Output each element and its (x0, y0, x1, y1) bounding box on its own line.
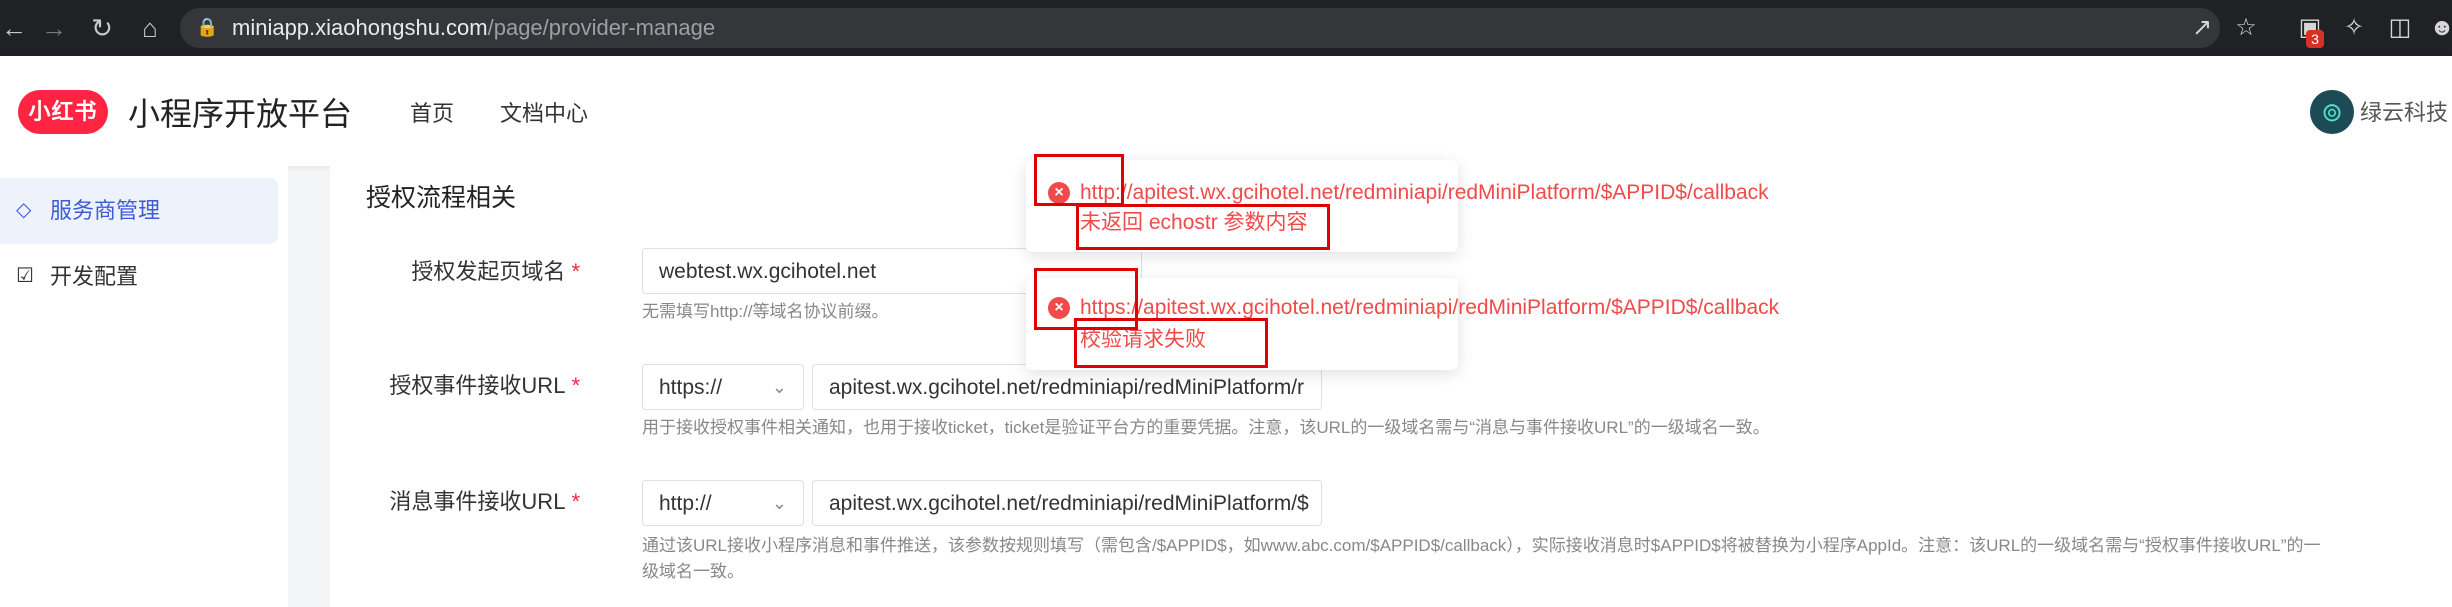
url-text: miniapp.xiaohongshu.com/page/provider-ma… (232, 15, 716, 40)
back-icon[interactable]: ← (0, 14, 28, 42)
select-value: https:// (659, 376, 723, 399)
highlight-box (1076, 204, 1330, 250)
reload-icon[interactable]: ↻ (88, 14, 116, 42)
msg-event-url-input[interactable]: apitest.wx.gcihotel.net/redminiapi/redMi… (812, 480, 1322, 526)
chevron-down-icon: ⌄ (771, 377, 787, 397)
field-label-auth-event-url: 授权事件接收URL * (389, 373, 580, 398)
help-auth-event-url: 用于接收授权事件相关通知，也用于接收ticket，ticket是验证平台方的重要… (642, 418, 1770, 437)
section-title: 授权流程相关 (366, 184, 517, 212)
extension-badge: 3 (2306, 30, 2324, 48)
field-label-auth-domain: 授权发起页域名 * (411, 259, 580, 284)
puzzle-icon[interactable]: ✧ (2338, 12, 2370, 44)
chevron-down-icon: ⌄ (771, 493, 787, 513)
share-icon[interactable]: ↗ (2186, 12, 2218, 44)
avatar[interactable]: ⊚ (2310, 90, 2354, 134)
input-value: apitest.wx.gcihotel.net/redminiapi/redMi… (829, 492, 1309, 515)
sidepanel-icon[interactable]: ◫ (2384, 12, 2416, 44)
app-header: 小红书 小程序开放平台 首页 文档中心 ⊚ 绿云科技 (0, 56, 2452, 166)
sidebar-item-label: 服务商管理 (50, 198, 161, 223)
forward-icon[interactable]: → (40, 14, 68, 42)
sidebar-item-dev-config[interactable]: ☑ 开发配置 (0, 244, 278, 310)
star-icon[interactable]: ☆ (2230, 12, 2262, 44)
toast-url: http://apitest.wx.gcihotel.net/redminiap… (1080, 181, 1769, 204)
app-title: 小程序开放平台 (128, 96, 353, 132)
sidebar-item-provider-manage[interactable]: ◇ 服务商管理 (0, 178, 278, 244)
profile-icon[interactable]: ☻ (2426, 12, 2452, 44)
msg-protocol-select[interactable]: http:// ⌄ (642, 480, 804, 526)
address-bar[interactable]: 🔒 miniapp.xiaohongshu.com/page/provider-… (180, 8, 2220, 48)
auth-event-url-input[interactable]: apitest.wx.gcihotel.net/redminiapi/redMi… (812, 364, 1322, 410)
home-icon[interactable]: ⌂ (136, 14, 164, 42)
help-auth-domain: 无需填写http://等域名协议前缀。 (642, 302, 889, 321)
input-value: apitest.wx.gcihotel.net/redminiapi/redMi… (829, 376, 1305, 399)
input-value: webtest.wx.gcihotel.net (659, 260, 877, 283)
select-value: http:// (659, 492, 712, 515)
sidebar: ◇ 服务商管理 ☑ 开发配置 (0, 166, 288, 607)
tag-icon: ◇ (16, 199, 32, 221)
help-msg-event-url-cont: 级域名一致。 (642, 562, 744, 581)
clipboard-check-icon: ☑ (16, 265, 34, 287)
nav-home[interactable]: 首页 (410, 100, 454, 128)
nav-docs[interactable]: 文档中心 (500, 100, 588, 128)
sidebar-item-label: 开发配置 (50, 264, 139, 289)
lock-icon: 🔒 (196, 17, 219, 37)
help-msg-event-url: 通过该URL接收小程序消息和事件推送，该参数按规则填写（需包含/$APPID$，… (642, 536, 2321, 555)
auth-protocol-select[interactable]: https:// ⌄ (642, 364, 804, 410)
highlight-box (1034, 154, 1124, 206)
user-name[interactable]: 绿云科技 (2360, 100, 2448, 126)
browser-toolbar: ← → ↻ ⌂ 🔒 miniapp.xiaohongshu.com/page/p… (0, 0, 2452, 56)
field-label-msg-event-url: 消息事件接收URL * (389, 489, 580, 514)
xiaohongshu-logo[interactable]: 小红书 (18, 90, 108, 134)
highlight-box (1074, 318, 1268, 368)
